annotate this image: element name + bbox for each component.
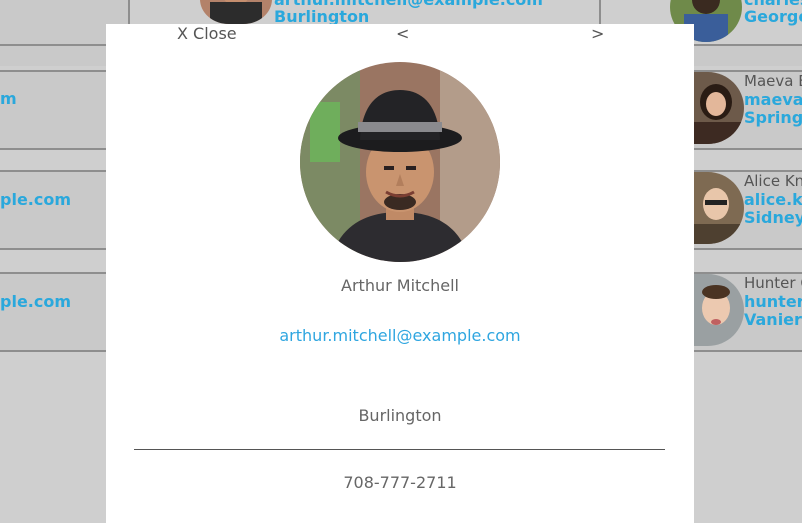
close-button[interactable]: X Close — [177, 24, 237, 43]
next-button[interactable]: > — [591, 24, 604, 43]
card-right-top-strip — [694, 44, 802, 66]
left-card-3-email[interactable]: ple.com — [0, 292, 71, 311]
left-card-2-email[interactable]: ple.com — [0, 190, 71, 209]
right-card-2-email[interactable]: alice.kn — [744, 190, 802, 209]
profile-avatar — [300, 62, 500, 262]
right-card-2-name: Alice Kn — [744, 172, 802, 190]
right-card-1-email[interactable]: maeva.c — [744, 90, 802, 109]
right-card-3-name: Hunter C — [744, 274, 802, 292]
previous-button[interactable]: < — [396, 24, 409, 43]
profile-city: Burlington — [358, 406, 442, 425]
modal-divider — [134, 449, 665, 450]
right-card-2-city[interactable]: Sidney — [744, 208, 802, 227]
profile-phone: 708-777-2711 — [343, 473, 457, 492]
right-card-1-city[interactable]: Springfi — [744, 108, 802, 127]
left-card-2[interactable] — [0, 170, 106, 250]
profile-name: Arthur Mitchell — [341, 276, 459, 295]
right-card-1-name: Maeva B — [744, 72, 802, 90]
card-left-top-strip — [0, 44, 106, 66]
left-card-1-email[interactable]: m — [0, 89, 17, 108]
profile-email-link[interactable]: arthur.mitchell@example.com — [106, 326, 694, 345]
right-card-3-city[interactable]: Vanier — [744, 310, 802, 329]
right-card-3-email[interactable]: hunter. — [744, 292, 802, 311]
left-card-3[interactable] — [0, 272, 106, 352]
profile-modal: X Close < > Arthur Mitchell arthur.mitch… — [106, 24, 694, 523]
left-card-1[interactable] — [0, 70, 106, 150]
top-right-city[interactable]: George — [744, 7, 802, 26]
